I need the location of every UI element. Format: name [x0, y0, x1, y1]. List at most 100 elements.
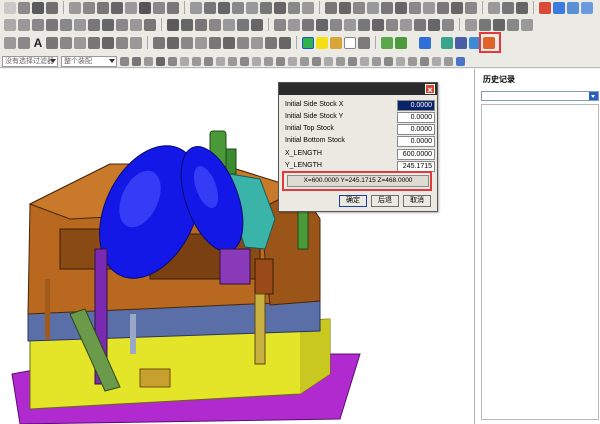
history-combo[interactable] [481, 91, 599, 101]
insert-icon[interactable] [414, 18, 426, 31]
snap-point-icon[interactable] [240, 57, 249, 66]
intersect-icon[interactable] [218, 1, 230, 14]
cooling-icon[interactable] [442, 18, 454, 31]
table-icon[interactable] [116, 36, 128, 49]
snap-point-icon[interactable] [204, 57, 213, 66]
dimension-icon[interactable] [74, 36, 86, 49]
feature-tool-icon[interactable] [493, 18, 505, 31]
monitor-icon[interactable] [455, 36, 467, 49]
blend-icon[interactable] [232, 1, 244, 14]
slider-icon[interactable] [386, 18, 398, 31]
block-icon[interactable] [69, 1, 81, 14]
snap-point-icon[interactable] [336, 57, 345, 66]
scale-icon[interactable] [409, 1, 421, 14]
assembly-icon[interactable] [195, 18, 207, 31]
mirror-icon[interactable] [395, 1, 407, 14]
ok-button[interactable]: 确定 [339, 195, 367, 207]
chamfer-icon[interactable] [246, 1, 258, 14]
edit-icon[interactable] [330, 36, 342, 49]
draft-icon[interactable] [274, 1, 286, 14]
hole-icon[interactable] [153, 1, 165, 14]
parting-icon[interactable] [344, 18, 356, 31]
expression-icon[interactable] [330, 18, 342, 31]
curve-tool-icon[interactable] [209, 36, 221, 49]
window-icon[interactable] [539, 1, 551, 14]
text-tool-icon[interactable]: A [32, 37, 44, 49]
initial-side-stock-x-input[interactable]: 0.0000 [397, 100, 435, 111]
revolve-icon[interactable] [139, 1, 151, 14]
grid-icon[interactable] [60, 36, 72, 49]
cavity-icon[interactable] [372, 18, 384, 31]
color-swatch-icon[interactable] [302, 36, 314, 49]
datum-csys-icon[interactable] [302, 18, 314, 31]
undo-arrow-icon[interactable] [381, 36, 393, 49]
arc-icon[interactable] [32, 18, 44, 31]
snap-point-icon[interactable] [264, 57, 273, 66]
snap-point-icon[interactable] [372, 57, 381, 66]
feature-tool-icon[interactable] [507, 18, 519, 31]
rotate-icon[interactable] [437, 1, 449, 14]
curve-tool-icon[interactable] [265, 36, 277, 49]
curve-tool-icon[interactable] [153, 36, 165, 49]
feature-tool-icon[interactable] [465, 18, 477, 31]
datum-plane-icon[interactable] [274, 18, 286, 31]
cylinder-icon[interactable] [83, 1, 95, 14]
curve-tool-icon[interactable] [181, 36, 193, 49]
core-icon[interactable] [358, 18, 370, 31]
snap-point-icon[interactable] [384, 57, 393, 66]
symbol-icon[interactable] [102, 36, 114, 49]
split-icon[interactable] [367, 1, 379, 14]
snap-point-icon[interactable] [276, 57, 285, 66]
snap-point-icon[interactable] [300, 57, 309, 66]
analysis-icon[interactable] [502, 1, 514, 14]
snap-point-icon[interactable] [432, 57, 441, 66]
wrap-icon[interactable] [451, 1, 463, 14]
initial-bottom-stock-input[interactable]: 0.0000 [397, 136, 435, 147]
cone-icon[interactable] [97, 1, 109, 14]
highlight-color-icon[interactable] [316, 36, 328, 49]
unite-icon[interactable] [190, 1, 202, 14]
ejector-icon[interactable] [428, 18, 440, 31]
iso-view-icon[interactable] [567, 1, 579, 14]
snap-point-icon[interactable] [408, 57, 417, 66]
circle-icon[interactable] [46, 18, 58, 31]
snap-point-icon[interactable] [396, 57, 405, 66]
curve-tool-icon[interactable] [279, 36, 291, 49]
offset-icon[interactable] [288, 1, 300, 14]
fit-icon[interactable] [4, 36, 16, 49]
rectangle-icon[interactable] [74, 18, 86, 31]
snap-point-icon[interactable] [312, 57, 321, 66]
snap-point-icon[interactable] [180, 57, 189, 66]
project-curve-icon[interactable] [144, 18, 156, 31]
cancel-button[interactable]: 取消 [403, 195, 431, 207]
boss-icon[interactable] [167, 1, 179, 14]
save-icon[interactable] [32, 1, 44, 14]
polygon-icon[interactable] [88, 18, 100, 31]
extrude-icon[interactable] [125, 1, 137, 14]
trim-body-icon[interactable] [302, 1, 314, 14]
open-file-icon[interactable] [18, 1, 30, 14]
move-icon[interactable] [423, 1, 435, 14]
snap-point-icon[interactable] [324, 57, 333, 66]
sew-icon[interactable] [339, 1, 351, 14]
select-option-icon[interactable] [132, 57, 141, 66]
layer-icon[interactable] [251, 18, 263, 31]
close-icon[interactable]: × [425, 84, 435, 95]
snap-point-icon[interactable] [348, 57, 357, 66]
pattern-icon[interactable] [381, 1, 393, 14]
thicken-icon[interactable] [353, 1, 365, 14]
surface-icon[interactable] [325, 1, 337, 14]
snap-point-icon[interactable] [228, 57, 237, 66]
check-icon[interactable] [516, 1, 528, 14]
select-option-icon[interactable] [156, 57, 165, 66]
rectangle-select-icon[interactable] [18, 36, 30, 49]
clock-icon[interactable] [46, 36, 58, 49]
line-icon[interactable] [18, 18, 30, 31]
new-file-icon[interactable] [4, 1, 16, 14]
select-option-icon[interactable] [120, 57, 129, 66]
select-option-icon[interactable] [144, 57, 153, 66]
curve-tool-icon[interactable] [195, 36, 207, 49]
constraint-icon[interactable] [223, 18, 235, 31]
note-icon[interactable] [88, 36, 100, 49]
feature-tool-icon[interactable] [521, 18, 533, 31]
